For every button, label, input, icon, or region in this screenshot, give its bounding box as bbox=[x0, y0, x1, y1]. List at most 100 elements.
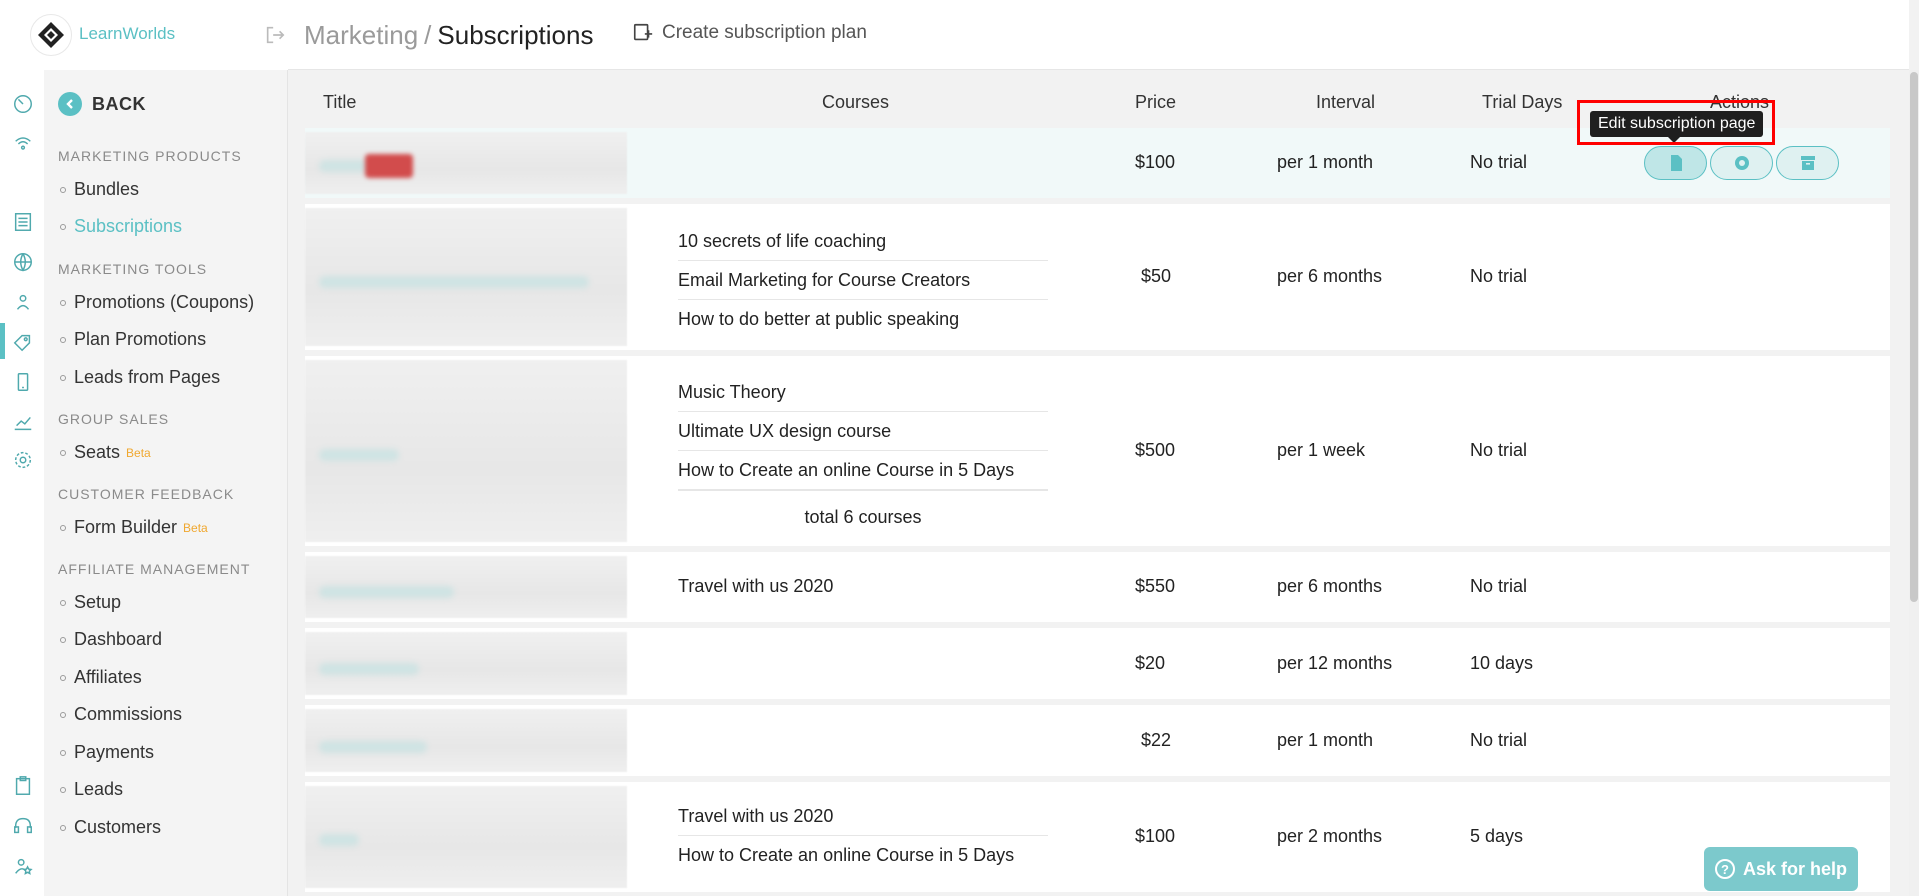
star-users-icon[interactable] bbox=[11, 854, 35, 878]
ask-for-help-button[interactable]: ? Ask for help bbox=[1704, 847, 1858, 891]
sidebar-item-label: Seats bbox=[74, 442, 121, 462]
interval-cell: per 12 months bbox=[1277, 653, 1393, 673]
trial-cell: No trial bbox=[1470, 440, 1528, 460]
scrollbar[interactable] bbox=[1909, 70, 1919, 896]
table-row[interactable]: Travel with us 2020 How to Create an onl… bbox=[305, 782, 1890, 892]
beta-badge: Beta bbox=[183, 520, 208, 535]
breadcrumb-parent[interactable]: Marketing bbox=[304, 20, 418, 50]
breadcrumb-separator: / bbox=[424, 20, 432, 50]
create-subscription-plan-button[interactable]: Create subscription plan bbox=[632, 22, 867, 44]
sidebar-item-label: Plan Promotions bbox=[74, 329, 207, 349]
sidebar-item-label: Customers bbox=[74, 817, 162, 837]
section-affiliate-management: AFFILIATE MANAGEMENT bbox=[58, 561, 251, 577]
sidebar-item-dashboard[interactable]: Dashboard bbox=[60, 629, 162, 650]
section-marketing-products: MARKETING PRODUCTS bbox=[58, 148, 242, 164]
sidebar-item-seats[interactable]: Seats Beta bbox=[60, 442, 151, 463]
trial-cell: 5 days bbox=[1470, 826, 1524, 846]
clipboard-icon[interactable] bbox=[11, 774, 35, 798]
total-courses: total 6 courses bbox=[678, 490, 1048, 538]
sidebar-item-affiliates[interactable]: Affiliates bbox=[60, 667, 142, 688]
ask-for-help-label: Ask for help bbox=[1742, 858, 1848, 879]
course-item: Email Marketing for Course Creators bbox=[678, 261, 1048, 300]
logout-icon[interactable] bbox=[264, 24, 286, 46]
bullet-icon bbox=[60, 449, 66, 456]
column-trial-days: Trial Days bbox=[1482, 92, 1563, 112]
interval-cell: per 6 months bbox=[1277, 576, 1383, 596]
add-document-icon bbox=[633, 23, 653, 41]
sidebar-item-customers[interactable]: Customers bbox=[60, 817, 161, 838]
broadcast-icon[interactable] bbox=[11, 132, 35, 156]
sidebar-item-label: Dashboard bbox=[74, 629, 163, 649]
course-item: How to do better at public speaking bbox=[678, 309, 960, 329]
price-cell: $100 bbox=[1135, 152, 1176, 172]
course-item: Music Theory bbox=[678, 373, 1048, 412]
table-row[interactable]: Travel with us 2020 $550 per 6 months No… bbox=[305, 552, 1890, 622]
logo-row: LearnWorlds bbox=[14, 0, 288, 70]
course-list: Travel with us 2020 bbox=[678, 567, 1048, 606]
gear-icon[interactable] bbox=[11, 448, 35, 472]
course-list: Travel with us 2020 How to Create an onl… bbox=[678, 797, 1048, 875]
sidebar-item-commissions[interactable]: Commissions bbox=[60, 704, 182, 725]
table-row[interactable]: 10 secrets of life coaching Email Market… bbox=[305, 204, 1890, 350]
bullet-icon bbox=[60, 299, 66, 306]
sidebar-item-leads[interactable]: Leads bbox=[60, 779, 123, 800]
sidebar-item-leads-from-pages[interactable]: Leads from Pages bbox=[60, 367, 220, 388]
scrollbar-thumb[interactable] bbox=[1910, 72, 1918, 602]
sidebar-item-payments[interactable]: Payments bbox=[60, 742, 154, 763]
column-interval: Interval bbox=[1316, 92, 1376, 112]
sidebar-item-subscriptions[interactable]: Subscriptions bbox=[60, 216, 182, 237]
mobile-icon[interactable] bbox=[11, 370, 35, 394]
tag-icon[interactable] bbox=[11, 330, 35, 354]
list-icon[interactable] bbox=[11, 210, 35, 234]
page-title: Subscriptions bbox=[437, 20, 594, 50]
chart-icon[interactable] bbox=[11, 410, 35, 434]
users-icon[interactable] bbox=[11, 290, 35, 314]
breadcrumb: Marketing / Subscriptions bbox=[304, 20, 593, 51]
logo-text: LearnWorlds bbox=[79, 24, 176, 43]
table-row[interactable]: Music Theory Ultimate UX design course H… bbox=[305, 356, 1890, 546]
dashboard-icon[interactable] bbox=[11, 92, 35, 116]
trial-cell: 10 days bbox=[1470, 653, 1534, 673]
plan-thumbnail bbox=[305, 786, 627, 888]
plan-thumbnail bbox=[305, 632, 627, 695]
price-cell: $100 bbox=[1135, 826, 1176, 846]
logo-icon[interactable] bbox=[30, 14, 72, 56]
sidebar-item-label: Bundles bbox=[74, 179, 140, 199]
create-subscription-plan-label: Create subscription plan bbox=[662, 22, 867, 43]
blurred-title bbox=[319, 741, 427, 753]
section-customer-feedback: CUSTOMER FEEDBACK bbox=[58, 486, 235, 502]
blurred-title bbox=[319, 276, 589, 288]
bullet-icon bbox=[60, 749, 66, 756]
table-row[interactable]: $20 per 12 months 10 days bbox=[305, 628, 1890, 699]
edit-subscription-page-button[interactable] bbox=[1644, 146, 1707, 180]
back-button[interactable]: BACK bbox=[58, 92, 146, 116]
sidebar-item-label: Payments bbox=[74, 742, 155, 762]
trial-cell: No trial bbox=[1470, 266, 1528, 286]
sidebar-item-setup[interactable]: Setup bbox=[60, 592, 121, 613]
bullet-icon bbox=[60, 374, 66, 381]
price-cell: $550 bbox=[1135, 576, 1176, 596]
sidebar-item-plan-promotions[interactable]: Plan Promotions bbox=[60, 329, 206, 350]
headset-icon[interactable] bbox=[11, 814, 35, 838]
sidebar-item-bundles[interactable]: Bundles bbox=[60, 179, 139, 200]
blurred-title bbox=[319, 449, 399, 461]
interval-cell: per 1 week bbox=[1277, 440, 1366, 460]
sidebar-item-label: Subscriptions bbox=[74, 216, 183, 236]
sidebar-item-label: Leads bbox=[74, 779, 124, 799]
sidebar-item-label: Leads from Pages bbox=[74, 367, 221, 387]
globe-icon[interactable] bbox=[11, 250, 35, 274]
bullet-icon bbox=[60, 186, 66, 193]
archive-button[interactable] bbox=[1776, 146, 1839, 180]
sidebar-item-label: Commissions bbox=[74, 704, 183, 724]
blurred-title bbox=[319, 834, 359, 846]
table-row[interactable]: $22 per 1 month No trial bbox=[305, 705, 1890, 776]
bullet-icon bbox=[60, 786, 66, 793]
sidebar-item-label: Form Builder bbox=[74, 517, 178, 537]
trial-cell: No trial bbox=[1470, 730, 1528, 750]
course-item: How to Create an online Course in 5 Days bbox=[678, 845, 1015, 865]
settings-button[interactable] bbox=[1710, 146, 1773, 180]
trial-cell: No trial bbox=[1470, 576, 1528, 596]
sidebar-item-form-builder[interactable]: Form Builder Beta bbox=[60, 517, 208, 538]
interval-cell: per 6 months bbox=[1277, 266, 1383, 286]
sidebar-item-promotions[interactable]: Promotions (Coupons) bbox=[60, 292, 254, 313]
